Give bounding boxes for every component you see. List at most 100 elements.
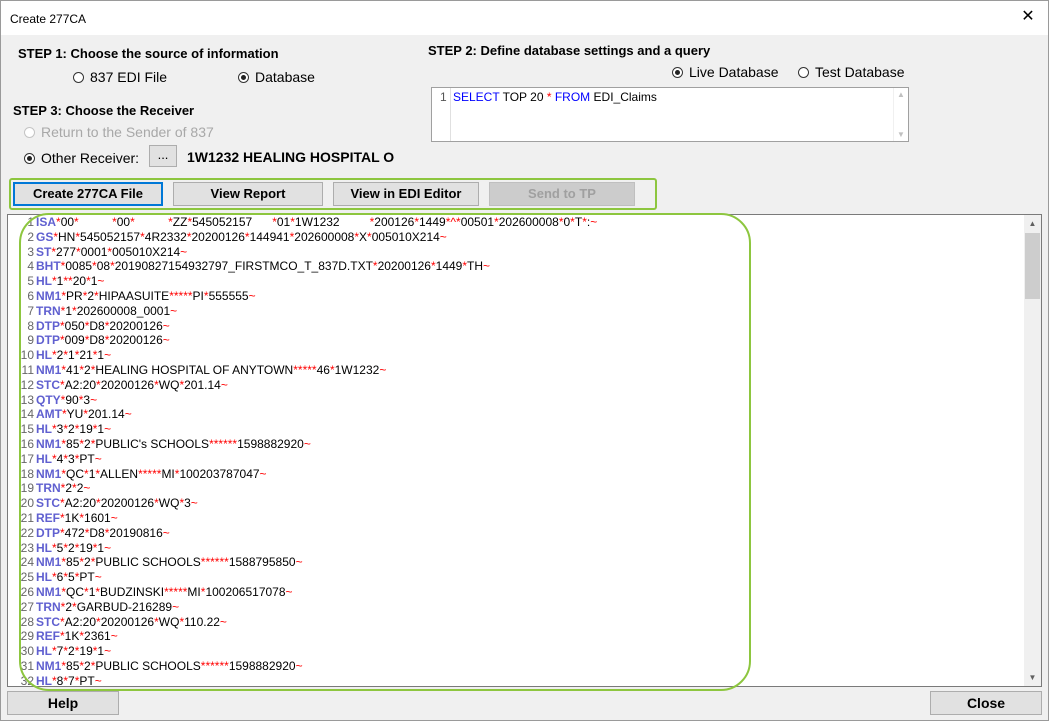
send-to-tp-button[interactable]: Send to TP — [489, 182, 635, 206]
radio-837-edi-file[interactable]: 837 EDI File — [73, 69, 167, 85]
edi-segment-elements: *85*2*PUBLIC SCHOOLS******1598882920~ — [61, 658, 303, 673]
edi-separator: * — [60, 333, 65, 348]
edi-separator: * — [51, 244, 57, 259]
scrollbar-thumb[interactable] — [1025, 233, 1040, 299]
radio-return-to-sender[interactable]: Return to the Sender of 837 — [24, 124, 214, 140]
edi-line-number: 18 — [20, 466, 34, 481]
edi-line-number: 20 — [20, 496, 34, 511]
edi-separator: * — [90, 555, 96, 570]
editor-scrollbar[interactable]: ▲ ▼ — [1024, 215, 1041, 686]
help-button[interactable]: Help — [7, 691, 119, 715]
edi-separator: * — [570, 215, 575, 229]
edi-separator: * — [582, 215, 587, 229]
query-keyword-select: SELECT — [453, 90, 500, 104]
view-report-button[interactable]: View Report — [173, 182, 323, 206]
edi-line: 13 QTY*90*3~ — [8, 393, 597, 408]
edi-segment-id: HL — [36, 451, 52, 466]
edi-separator: * — [52, 644, 57, 659]
edi-separator: * — [92, 259, 97, 274]
create-277ca-file-button[interactable]: Create 277CA File — [13, 182, 163, 206]
edi-line-number: 6 — [27, 288, 34, 303]
radio-database-indicator — [238, 71, 249, 83]
edi-separator: * — [179, 614, 185, 629]
edi-separator: ~ — [295, 555, 303, 570]
edi-line: 4 BHT*0085*08*20190827154932797_FIRSTMCO_… — [8, 259, 597, 274]
edi-separator: * — [56, 215, 61, 229]
edi-line: 8 DTP*050*D8*20200126~ — [8, 319, 597, 334]
edi-separator: * — [200, 584, 206, 599]
edi-separator: * — [63, 570, 69, 585]
edi-line: 24 NM1*85*2*PUBLIC SCHOOLS******158879585… — [8, 555, 597, 570]
browse-receiver-button[interactable]: ... — [149, 145, 177, 167]
edi-line-number: 11 — [21, 362, 34, 377]
sql-query-editor[interactable]: 1 SELECT TOP 20 * FROM EDI_Claims ▲ ▼ — [431, 87, 909, 142]
edi-segment-elements: *2*GARBUD-216289~ — [60, 599, 180, 614]
edi-separator: * — [72, 481, 77, 496]
edi-editor[interactable]: 1 ISA*00* *00* *ZZ*545052157 *01*1W1232 *… — [7, 214, 1042, 687]
edi-segment-id: BHT — [36, 259, 61, 274]
edi-line-number: 26 — [20, 584, 34, 599]
edi-separator: ~ — [94, 570, 102, 585]
edi-separator: * — [74, 348, 80, 363]
close-button[interactable]: Close — [930, 691, 1042, 715]
edi-segment-id: HL — [36, 673, 52, 687]
edi-separator: * — [63, 348, 69, 363]
edi-line: 15 HL*3*2*19*1~ — [8, 422, 597, 437]
edi-line-number: 16 — [20, 436, 34, 451]
edi-segment-id: NM1 — [36, 584, 62, 599]
edi-segment-id: DTP — [36, 525, 60, 540]
view-in-edi-editor-button[interactable]: View in EDI Editor — [333, 182, 479, 206]
edi-separator: * — [96, 614, 101, 629]
edi-line-number: 17 — [20, 451, 34, 466]
edi-segment-elements: *85*2*PUBLIC SCHOOLS******1588795850~ — [61, 555, 303, 570]
edi-line-number: 10 — [20, 348, 34, 363]
edi-separator: * — [74, 540, 80, 555]
edi-line-number: 15 — [20, 422, 34, 437]
query-scroll-down-icon[interactable]: ▼ — [894, 130, 908, 139]
edi-separator: * — [187, 215, 193, 229]
dialog-window: Create 277CA ✕ STEP 1: Choose the source… — [0, 0, 1049, 721]
edi-segment-elements: *5*2*19*1~ — [52, 540, 112, 555]
edi-separator: * — [224, 658, 229, 673]
edi-segment-elements: *PR*2*HIPAASUITE*****PI*555555~ — [61, 288, 256, 303]
edi-separator: ~ — [104, 540, 112, 555]
radio-test-database[interactable]: Test Database — [798, 64, 905, 80]
edi-line-number: 22 — [20, 525, 34, 540]
edi-line-number: 19 — [20, 481, 34, 496]
edi-separator: * — [79, 658, 85, 673]
scroll-up-icon[interactable]: ▲ — [1024, 215, 1041, 232]
query-scrollbar[interactable]: ▲ ▼ — [893, 88, 908, 141]
radio-database[interactable]: Database — [238, 69, 315, 85]
query-top-clause: TOP 20 — [499, 90, 547, 104]
edi-separator: ~ — [248, 288, 256, 303]
edi-separator: * — [79, 436, 85, 451]
edi-separator: * — [63, 422, 69, 437]
edi-line: 29 REF*1K*2361~ — [8, 629, 597, 644]
edi-line: 19 TRN*2*2~ — [8, 481, 597, 496]
edi-line: 10 HL*2*1*21*1~ — [8, 348, 597, 363]
edi-segment-elements: *1**20*1~ — [52, 274, 105, 289]
edi-separator: * — [74, 644, 80, 659]
edi-separator: * — [156, 466, 162, 481]
edi-separator: ~ — [104, 644, 112, 659]
radio-live-database[interactable]: Live Database — [672, 64, 779, 80]
edi-separator: ~ — [259, 466, 267, 481]
edi-segment-elements: *7*2*19*1~ — [52, 644, 112, 659]
edi-separator: * — [63, 451, 69, 466]
close-icon[interactable]: ✕ — [1018, 7, 1038, 27]
edi-line-number: 9 — [27, 333, 34, 348]
radio-other-receiver[interactable]: Other Receiver: — [24, 150, 139, 166]
edi-segment-elements: *QC*1*BUDZINSKI*****MI*100206517078~ — [61, 584, 293, 599]
edi-separator: ~ — [219, 614, 227, 629]
edi-separator: * — [104, 318, 110, 333]
scroll-down-icon[interactable]: ▼ — [1024, 669, 1041, 686]
edi-separator: ~ — [379, 362, 387, 377]
edi-separator: * — [154, 614, 159, 629]
edi-segment-id: ST — [36, 244, 52, 259]
edi-separator: ~ — [295, 658, 303, 673]
edi-line-number: 2 — [27, 229, 34, 244]
edi-separator: * — [72, 599, 77, 614]
query-scroll-up-icon[interactable]: ▲ — [894, 90, 908, 99]
edi-separator: * — [61, 288, 67, 303]
edi-separator: * — [79, 629, 85, 644]
